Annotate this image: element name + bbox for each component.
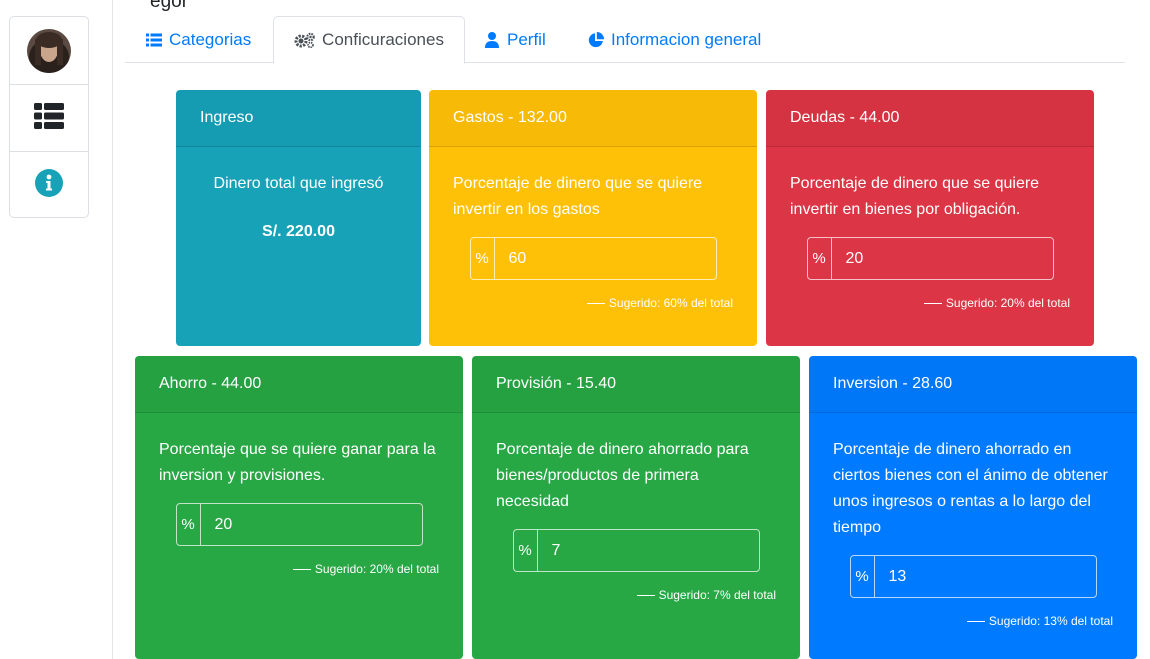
provision-hint: Sugerido: 7% del total: [496, 588, 776, 602]
inversion-hint: Sugerido: 13% del total: [833, 614, 1113, 628]
sidebar-item-avatar[interactable]: [10, 17, 88, 84]
card-gastos: Gastos - 132.00 Porcentaje de dinero que…: [429, 90, 757, 346]
card-ingreso: Ingreso Dinero total que ingresó S/. 220…: [176, 90, 421, 346]
provision-percent-input[interactable]: [537, 530, 759, 571]
gastos-percent-input[interactable]: [494, 238, 716, 279]
gastos-hint: Sugerido: 60% del total: [453, 296, 733, 310]
inversion-percent-input[interactable]: [874, 556, 1096, 597]
card-description: Porcentaje de dinero ahorrado en ciertos…: [833, 441, 1108, 536]
card-header: Inversion - 28.60: [809, 356, 1137, 413]
sidebar: [9, 16, 89, 218]
tab-perfil[interactable]: Perfil: [483, 16, 546, 63]
pie-chart-icon: [587, 31, 605, 49]
tab-label: Conficuraciones: [322, 30, 444, 49]
deudas-hint: Sugerido: 20% del total: [790, 296, 1070, 310]
th-list-icon: [34, 102, 64, 134]
percent-prefix: %: [851, 556, 875, 597]
page-title-partial: egor: [150, 0, 189, 12]
avatar[interactable]: [27, 28, 71, 73]
tab-label: Categorias: [169, 29, 252, 49]
card-provision: Provisión - 15.40 Porcentaje de dinero a…: [472, 356, 800, 659]
list-icon: [145, 31, 163, 49]
info-circle-icon: [35, 168, 63, 202]
ingreso-amount: S/. 220.00: [262, 223, 335, 240]
inversion-input-group: %: [849, 555, 1097, 598]
card-header: Deudas - 44.00: [766, 90, 1094, 147]
card-description: Porcentaje que se quiere ganar para la i…: [159, 441, 436, 484]
user-icon: [483, 31, 501, 49]
tab-categorias[interactable]: Categorias: [145, 16, 251, 63]
tab-label: Perfil: [507, 29, 546, 49]
percent-prefix: %: [177, 504, 201, 545]
card-header: Provisión - 15.40: [472, 356, 800, 413]
tab-configuraciones[interactable]: Conficuraciones: [273, 16, 465, 64]
card-description: Dinero total que ingresó: [213, 175, 384, 192]
card-inversion: Inversion - 28.60 Porcentaje de dinero a…: [809, 356, 1137, 659]
percent-prefix: %: [808, 238, 832, 279]
card-header: Gastos - 132.00: [429, 90, 757, 147]
ahorro-hint: Sugerido: 20% del total: [159, 562, 439, 576]
card-ahorro: Ahorro - 44.00 Porcentaje que se quiere …: [135, 356, 463, 659]
tab-bar: Categorias Conficuraciones Perfil Inform…: [125, 16, 1125, 64]
card-header: Ingreso: [176, 90, 421, 147]
tab-informacion-general[interactable]: Informacion general: [587, 16, 761, 63]
gastos-input-group: %: [469, 237, 717, 280]
ahorro-input-group: %: [175, 503, 423, 546]
ahorro-percent-input[interactable]: [200, 504, 422, 545]
percent-prefix: %: [514, 530, 538, 571]
card-description: Porcentaje de dinero que se quiere inver…: [453, 175, 703, 218]
percent-prefix: %: [471, 238, 495, 279]
cogs-icon: [294, 31, 316, 49]
sidebar-item-list[interactable]: [10, 84, 88, 151]
tab-label: Informacion general: [611, 29, 762, 49]
sidebar-item-info[interactable]: [10, 151, 88, 218]
card-deudas: Deudas - 44.00 Porcentaje de dinero que …: [766, 90, 1094, 346]
card-header: Ahorro - 44.00: [135, 356, 463, 413]
content-divider: [112, 0, 113, 659]
provision-input-group: %: [512, 529, 760, 572]
card-description: Porcentaje de dinero ahorrado para biene…: [496, 441, 749, 510]
card-description: Porcentaje de dinero que se quiere inver…: [790, 175, 1040, 218]
deudas-percent-input[interactable]: [831, 238, 1053, 279]
deudas-input-group: %: [806, 237, 1054, 280]
